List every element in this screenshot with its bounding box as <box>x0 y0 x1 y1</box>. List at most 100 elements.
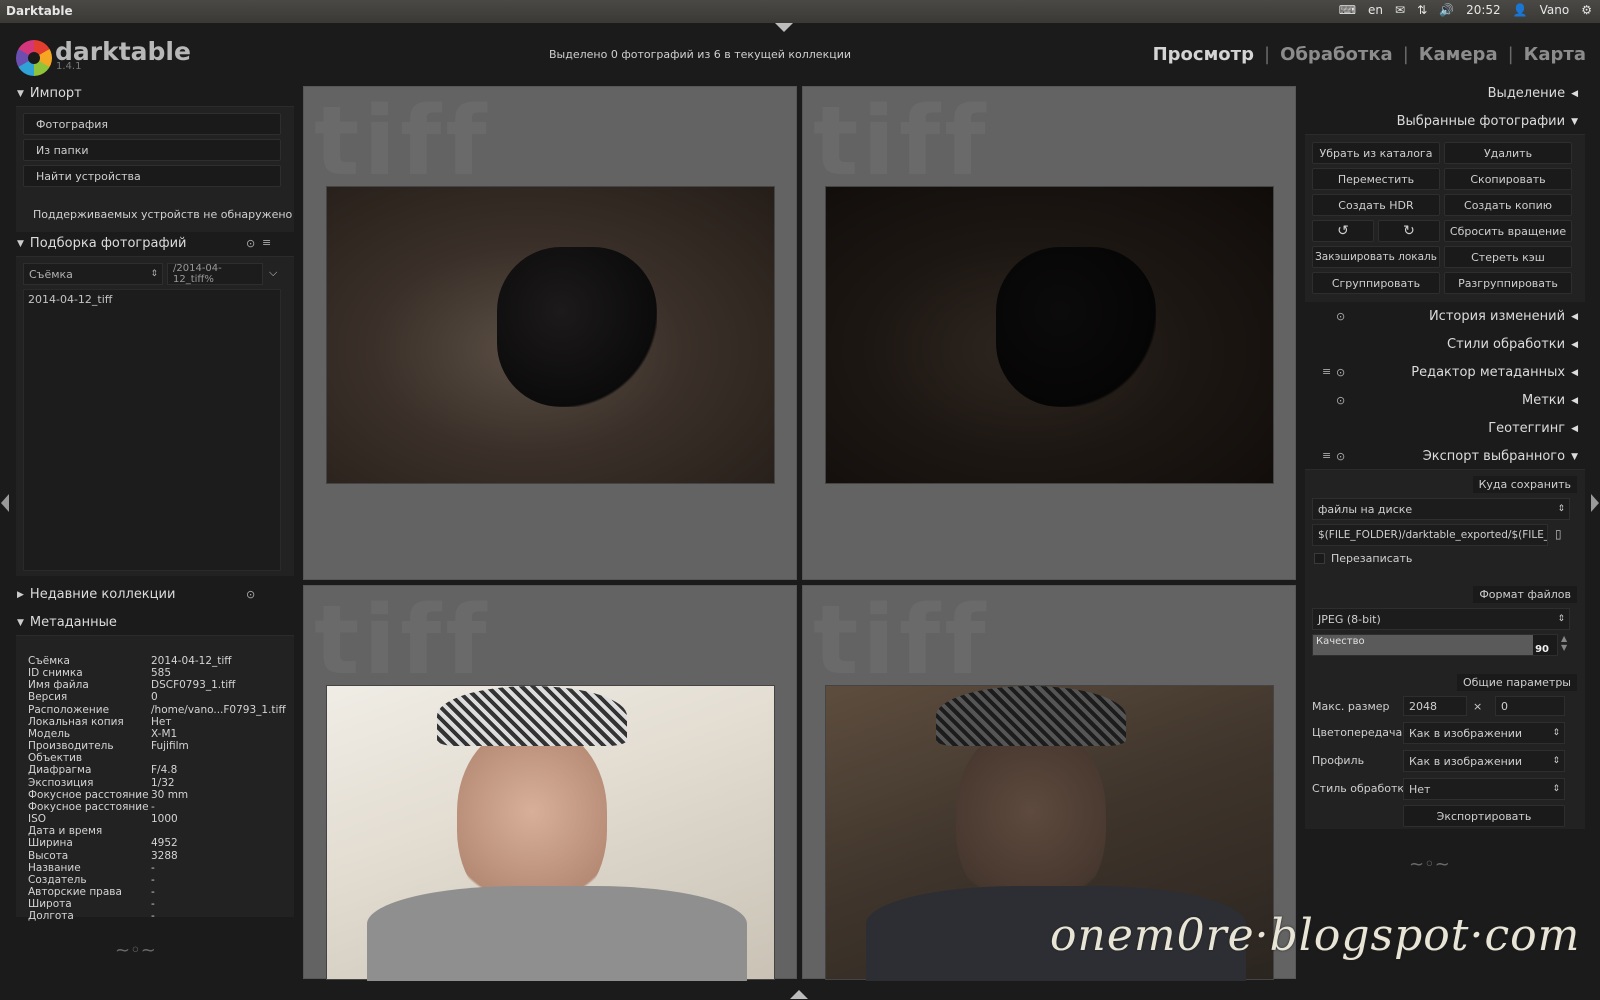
portrait-photo-thumbnail[interactable] <box>326 685 775 981</box>
user-name[interactable]: Vano <box>1540 3 1570 17</box>
view-tethering[interactable]: Камера <box>1419 44 1498 65</box>
copy-locally-button[interactable]: Закэшировать локаль <box>1312 246 1440 268</box>
collect-header[interactable]: ▼ Подборка фотографий <box>17 236 186 251</box>
lighttable-grid[interactable]: tiff tiff tiff tiff <box>303 86 1297 981</box>
metadata-editor-header[interactable]: Редактор метаданных ◀ <box>1411 365 1578 380</box>
metadata-row: Экспозиция 1/32 <box>28 777 286 789</box>
import-photo-button[interactable]: Фотография <box>23 113 281 135</box>
intent-value: Как в изображении <box>1409 726 1523 740</box>
menu-icon[interactable]: ≡ <box>1322 365 1331 378</box>
remove-from-library-button[interactable]: Убрать из каталога <box>1312 142 1440 164</box>
recent-collections-header[interactable]: ▶ Недавние коллекции <box>17 587 175 602</box>
thumbnail-cell[interactable]: tiff <box>303 585 797 981</box>
presets-icon[interactable]: ⊙ <box>1336 310 1345 323</box>
styles-header[interactable]: Стили обработки ◀ <box>1447 337 1578 352</box>
dog-photo-dark-thumbnail[interactable] <box>825 186 1274 484</box>
max-width-input[interactable]: 2048 <box>1403 696 1467 716</box>
collapse-left-arrow-icon[interactable] <box>1 494 9 512</box>
presets-icon[interactable]: ⊙ <box>1336 450 1345 463</box>
select-header[interactable]: Выделение ◀ <box>1488 86 1578 101</box>
move-button[interactable]: Переместить <box>1312 168 1440 190</box>
duplicate-button[interactable]: Создать копию <box>1444 194 1572 216</box>
metadata-header[interactable]: ▼ Метаданные <box>17 615 117 630</box>
reset-rotation-button[interactable]: Сбросить вращение <box>1444 220 1572 242</box>
quality-slider[interactable]: Качество 90 <box>1312 634 1558 656</box>
group-button[interactable]: Сгруппировать <box>1312 272 1440 294</box>
import-title: Импорт <box>29 86 82 101</box>
overwrite-checkbox[interactable] <box>1314 553 1325 564</box>
stepper-arrows-icon[interactable]: ▲ ▼ <box>1561 634 1567 652</box>
collapse-right-arrow-icon[interactable] <box>1591 494 1599 512</box>
style-select[interactable]: Нет ⇕ <box>1403 778 1565 800</box>
mail-icon[interactable]: ✉ <box>1395 3 1405 17</box>
view-map[interactable]: Карта <box>1524 44 1586 65</box>
selected-images-header[interactable]: Выбранные фотографии ▼ <box>1397 114 1578 129</box>
copy-button[interactable]: Скопировать <box>1444 168 1572 190</box>
tags-header[interactable]: Метки ◀ <box>1522 393 1578 408</box>
profile-select[interactable]: Как в изображении ⇕ <box>1403 750 1565 772</box>
view-lighttable[interactable]: Просмотр <box>1153 44 1254 65</box>
import-header[interactable]: ▼ Импорт <box>17 86 82 101</box>
expanded-arrow-icon: ▼ <box>1571 116 1578 127</box>
image-information-table: Съёмка 2014-04-12_tiff ID снимка 585 Имя фай… <box>28 655 286 922</box>
presets-icon[interactable]: ⊙ <box>246 588 255 601</box>
metadata-row: Имя файла DSCF0793_1.tiff <box>28 679 286 691</box>
clock[interactable]: 20:52 <box>1466 3 1501 17</box>
export-button[interactable]: Экспортировать <box>1403 805 1565 827</box>
intent-select[interactable]: Как в изображении ⇕ <box>1403 722 1565 744</box>
spin-arrows-icon: ⇕ <box>1557 614 1565 624</box>
collect-rule-input[interactable]: /2014-04-12_tiff% <box>167 263 263 285</box>
collapse-top-arrow-icon[interactable] <box>775 23 793 32</box>
export-header[interactable]: Экспорт выбранного ▼ <box>1423 449 1578 464</box>
folder-browse-icon[interactable]: ▯ <box>1555 527 1562 541</box>
volume-icon[interactable]: 🔊 <box>1439 3 1454 17</box>
history-header[interactable]: История изменений ◀ <box>1429 309 1578 324</box>
keyboard-layout[interactable]: en <box>1368 3 1383 17</box>
view-switcher: Просмотр | Обработка | Камера | Карта <box>1153 44 1586 65</box>
scan-devices-button[interactable]: Найти устройства <box>23 165 281 187</box>
collect-property-select[interactable]: Съёмка ⇕ <box>23 263 163 285</box>
import-module: Фотография Из папки Найти устройства Под… <box>16 106 294 232</box>
view-darkroom[interactable]: Обработка <box>1280 44 1393 65</box>
delete-button[interactable]: Удалить <box>1444 142 1572 164</box>
quality-label: Качество <box>1316 636 1365 647</box>
thumbnail-cell[interactable]: tiff <box>802 86 1296 580</box>
keyboard-icon[interactable]: ⌨ <box>1339 3 1356 17</box>
rotate-ccw-icon[interactable]: ↺ <box>1312 220 1374 242</box>
export-module: Куда сохранить файлы на диске ⇕ $(FILE_F… <box>1305 469 1585 829</box>
metadata-row: Объектив <box>28 752 286 764</box>
times-sign: × <box>1473 700 1483 713</box>
export-path-input[interactable]: $(FILE_FOLDER)/darktable_exported/$(FILE… <box>1312 524 1548 546</box>
storage-select[interactable]: файлы на диске ⇕ <box>1312 498 1570 520</box>
flourish-ornament: ~◦~ <box>1409 854 1450 875</box>
presets-icon[interactable]: ⊙ <box>246 237 255 250</box>
format-select[interactable]: JPEG (8-bit) ⇕ <box>1312 608 1570 630</box>
metadata-value: X-M1 <box>151 727 178 740</box>
blog-watermark: onem0re·blogspot·com <box>1050 910 1581 961</box>
spin-arrows-icon: ⇕ <box>1557 504 1565 514</box>
export-title: Экспорт выбранного <box>1422 449 1566 464</box>
quality-value: 90 <box>1535 644 1549 655</box>
presets-icon[interactable]: ⊙ <box>1336 394 1345 407</box>
clear-cache-button[interactable]: Стереть кэш <box>1444 246 1572 268</box>
list-item[interactable]: 2014-04-12_tiff <box>28 293 112 306</box>
collect-list[interactable]: 2014-04-12_tiff <box>23 289 281 571</box>
menu-icon[interactable]: ≡ <box>1322 449 1331 462</box>
thumbnail-cell[interactable]: tiff <box>303 86 797 580</box>
import-folder-button[interactable]: Из папки <box>23 139 281 161</box>
menu-icon[interactable]: ≡ <box>262 236 271 249</box>
geotagging-header[interactable]: Геотеггинг ◀ <box>1488 421 1578 436</box>
create-hdr-button[interactable]: Создать HDR <box>1312 194 1440 216</box>
presets-icon[interactable]: ⊙ <box>1336 366 1345 379</box>
ungroup-button[interactable]: Разгруппировать <box>1444 272 1572 294</box>
geotagging-title: Геотеггинг <box>1488 421 1566 436</box>
chevron-down-icon[interactable]: ⌵ <box>269 266 277 280</box>
network-icon[interactable]: ⇅ <box>1417 3 1427 17</box>
rotate-cw-icon[interactable]: ↻ <box>1378 220 1440 242</box>
max-height-input[interactable]: 0 <box>1495 696 1565 716</box>
expanded-arrow-icon: ▼ <box>17 238 24 249</box>
gear-icon[interactable]: ⚙ <box>1581 3 1592 17</box>
dog-photo-thumbnail[interactable] <box>326 186 775 484</box>
shirt-shape <box>367 886 747 981</box>
collapse-bottom-arrow-icon[interactable] <box>790 990 808 999</box>
